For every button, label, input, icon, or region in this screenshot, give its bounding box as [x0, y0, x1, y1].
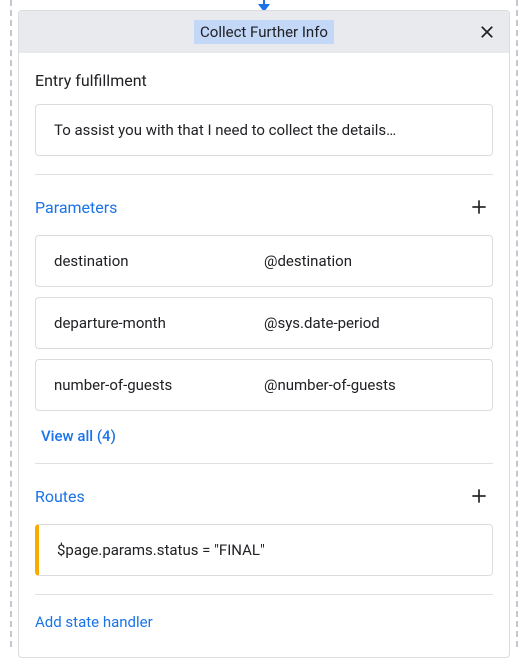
section-title-row: Routes [35, 482, 493, 510]
add-route-button[interactable] [465, 482, 493, 510]
parameters-section: Parameters destination @destination depa… [35, 175, 493, 464]
parameter-name: departure-month [54, 314, 264, 332]
parameter-entity: @destination [264, 252, 474, 270]
section-title-row: Parameters [35, 193, 493, 221]
entry-fulfillment-title: Entry fulfillment [35, 71, 147, 90]
route-row[interactable]: $page.params.status = "FINAL" [35, 524, 493, 576]
entry-fulfillment-text: To assist you with that I need to collec… [54, 121, 396, 139]
view-all-parameters-link[interactable]: View all (4) [35, 427, 493, 445]
route-condition: $page.params.status = "FINAL" [57, 541, 265, 559]
routes-section: Routes $page.params.status = "FINAL" [35, 464, 493, 595]
parameter-row[interactable]: departure-month @sys.date-period [35, 297, 493, 349]
panel-body: Entry fulfillment To assist you with tha… [19, 53, 509, 657]
panel-header: Collect Further Info [19, 11, 509, 53]
canvas-edge-left [10, 0, 12, 647]
parameter-row[interactable]: destination @destination [35, 235, 493, 287]
entry-fulfillment-section: Entry fulfillment To assist you with tha… [35, 53, 493, 175]
close-icon [478, 23, 496, 41]
parameter-row[interactable]: number-of-guests @number-of-guests [35, 359, 493, 411]
add-parameter-button[interactable] [465, 193, 493, 221]
section-title-row: Entry fulfillment [35, 71, 493, 90]
page-title: Collect Further Info [194, 20, 334, 44]
entry-fulfillment-card[interactable]: To assist you with that I need to collec… [35, 104, 493, 156]
canvas-edge-right [516, 0, 518, 647]
parameter-name: destination [54, 252, 264, 270]
close-button[interactable] [473, 18, 501, 46]
plus-icon [469, 486, 489, 506]
parameter-entity: @number-of-guests [264, 376, 474, 394]
parameters-title[interactable]: Parameters [35, 198, 117, 217]
routes-title[interactable]: Routes [35, 487, 85, 506]
add-state-handler-link[interactable]: Add state handler [35, 595, 493, 657]
page-panel: Collect Further Info Entry fulfillment T… [18, 10, 510, 658]
parameter-entity: @sys.date-period [264, 314, 474, 332]
parameter-name: number-of-guests [54, 376, 264, 394]
plus-icon [469, 197, 489, 217]
